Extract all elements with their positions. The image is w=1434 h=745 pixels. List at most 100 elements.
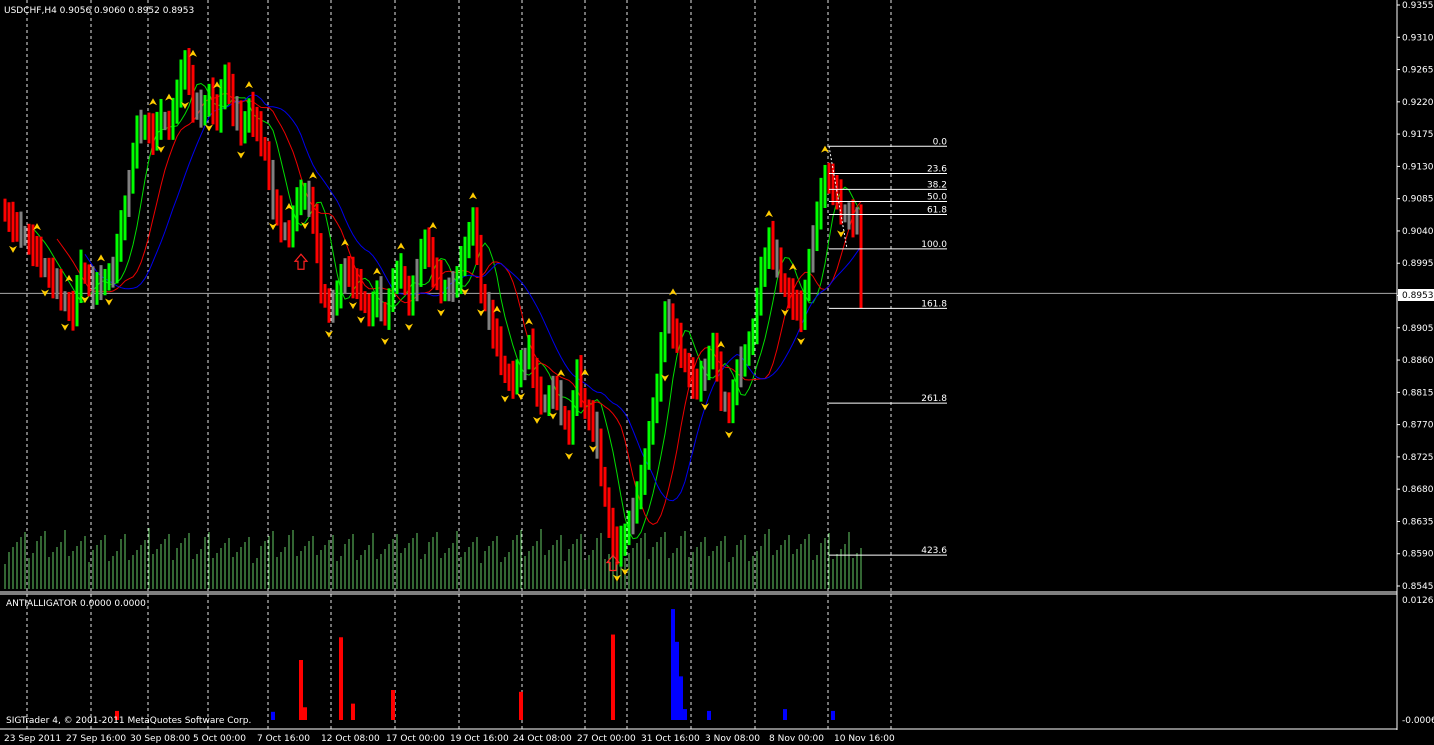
price-bar [27,223,31,255]
price-bar [859,204,863,309]
price-bar [223,64,227,110]
price-bar [455,266,459,298]
y-tick-label: 0.9130 [1402,162,1434,172]
price-bar [323,284,327,308]
fib-level-label: 261.8 [921,394,947,404]
price-bar [767,227,771,269]
price-bar [651,397,655,445]
y-tick-label: 0.9355 [1402,1,1434,11]
price-bar [135,115,139,169]
price-bar [319,233,323,304]
price-bar [659,332,663,402]
price-bar [583,388,587,419]
price-bar [3,198,7,222]
price-bar [199,89,203,128]
price-bar [703,358,707,391]
price-bar [647,421,651,470]
price-bar [227,62,231,104]
price-bar [7,202,11,232]
price-bar [507,363,511,391]
histogram-bar [303,707,307,720]
price-bar [519,350,523,388]
price-bar [35,235,39,267]
price-bar [851,199,855,238]
price-bar [91,266,95,310]
price-bar [403,266,407,296]
price-bar [355,268,359,300]
price-bar [51,257,55,299]
price-bar [831,163,835,206]
price-bar [443,279,447,302]
price-bar [571,390,575,445]
y-tick-label: 0.9175 [1402,130,1434,140]
price-bar [683,348,687,373]
price-bar [679,322,683,368]
price-bar [335,280,339,316]
price-bar [555,375,559,411]
y-tick-label: 0.8545 [1402,582,1434,592]
price-bar [515,359,519,395]
y-tick-label: 0.8815 [1402,388,1434,398]
price-bar [115,233,119,284]
price-bar [235,96,239,131]
price-bar [611,507,615,557]
y-tick-label: 0.8725 [1402,453,1434,463]
price-bar [283,222,287,241]
price-bar [627,510,631,546]
fib-level-label: 0.0 [933,137,948,147]
price-bar [603,466,607,507]
price-bar [743,344,747,377]
price-bar [363,291,367,314]
price-bar [287,220,291,248]
price-bar [415,258,419,302]
price-bar [563,405,567,430]
price-bar [367,293,371,327]
price-bar [83,262,87,284]
price-bar [167,110,171,140]
price-bar [451,271,455,302]
price-bar [619,525,623,567]
footer-copyright: SIGTrader 4, © 2001-2011 MetaQuotes Soft… [6,716,251,726]
price-bar [275,189,279,226]
price-bar [835,174,839,210]
histogram-bar [679,676,683,720]
price-bar [375,280,379,318]
price-bar [715,332,719,382]
price-bar [391,268,395,312]
current-price-label: 0.8953 [1402,291,1434,301]
price-bar [779,247,783,293]
price-bar [747,331,751,366]
price-bar [499,326,503,376]
x-tick-label: 30 Sep 08:00 [130,734,190,744]
price-bar [591,400,595,442]
price-bar [239,100,243,146]
price-bar [211,77,215,125]
price-bar [635,481,639,524]
price-bar [691,357,695,399]
price-bar [47,257,51,288]
price-bar [351,256,355,299]
price-bar [19,211,23,248]
price-bar [539,376,543,415]
price-bar [63,291,67,312]
price-bar [807,248,811,302]
x-tick-label: 19 Oct 16:00 [450,734,509,744]
price-bar [695,368,699,400]
price-bar [643,448,647,495]
price-bar [303,182,307,210]
price-bar [203,95,207,126]
price-bar [731,379,735,424]
price-bar [803,279,807,330]
y-tick-label: 0.8770 [1402,421,1434,431]
price-bar [707,345,711,381]
x-tick-label: 10 Nov 16:00 [834,734,895,744]
price-bar [531,328,535,389]
price-bar [247,98,251,133]
fib-level-label: 38.2 [927,180,947,190]
price-bar [843,204,847,223]
price-bar [87,264,91,297]
price-bar [435,257,439,291]
y-tick-label: 0.8635 [1402,517,1434,527]
price-bar [667,299,671,334]
price-bar [483,284,487,312]
